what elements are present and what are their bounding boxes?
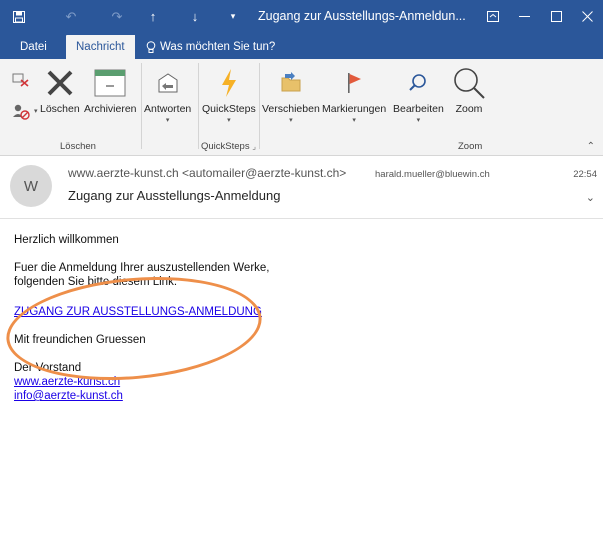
window-title: Zugang zur Ausstellungs-Anmeldun... bbox=[258, 9, 466, 23]
ribbon-separator bbox=[198, 63, 199, 149]
respond-button[interactable]: Antworten ▾ bbox=[144, 65, 191, 124]
message-subject: Zugang zur Ausstellungs-Anmeldung bbox=[68, 188, 281, 203]
sender[interactable]: www.aerzte-kunst.ch <automailer@aerzte-k… bbox=[68, 166, 346, 180]
lightning-icon bbox=[212, 65, 246, 101]
tags-dropdown-icon: ▾ bbox=[352, 117, 356, 124]
message-header: W www.aerzte-kunst.ch <automailer@aerzte… bbox=[0, 157, 603, 219]
ribbon-display-options-icon[interactable] bbox=[477, 0, 509, 33]
body-line: folgenden Sie bitte diesem Link: bbox=[14, 276, 178, 288]
ignore-icon[interactable] bbox=[12, 71, 30, 92]
zoom-label: Zoom bbox=[455, 103, 483, 115]
delete-icon bbox=[43, 65, 77, 101]
save-icon[interactable] bbox=[6, 0, 32, 33]
lightbulb-icon bbox=[146, 40, 156, 53]
junk-icon[interactable] bbox=[12, 103, 32, 126]
group-label-quicksteps: QuickSteps ⌟ bbox=[201, 141, 256, 152]
move-label: Verschieben bbox=[262, 103, 320, 115]
redo-icon[interactable]: ↷ bbox=[104, 0, 130, 33]
ribbon-separator bbox=[259, 63, 260, 149]
website-link[interactable]: www.aerzte-kunst.ch bbox=[14, 376, 120, 388]
avatar: W bbox=[10, 165, 52, 207]
received-time: 22:54 bbox=[573, 169, 597, 180]
tags-button[interactable]: Markierungen ▾ bbox=[322, 65, 386, 124]
maximize-icon[interactable] bbox=[540, 0, 572, 33]
registration-link[interactable]: ZUGANG ZUR AUSSTELLUNGS-ANMELDUNG bbox=[14, 306, 262, 318]
customize-toolbar-icon[interactable]: ▾ bbox=[220, 0, 246, 33]
tab-datei[interactable]: Datei bbox=[10, 35, 57, 59]
arrow-down-icon[interactable]: ↓ bbox=[182, 0, 208, 33]
editing-dropdown-icon: ▾ bbox=[416, 117, 421, 124]
move-folder-icon bbox=[274, 65, 308, 101]
reply-icon bbox=[151, 65, 185, 101]
minimize-icon[interactable] bbox=[509, 0, 541, 33]
body-signature: Der Vorstand bbox=[14, 362, 82, 374]
respond-label: Antworten bbox=[144, 103, 192, 115]
message-body: Herzlich willkommen Fuer die Anmeldung I… bbox=[14, 233, 589, 403]
delete-button[interactable]: Löschen bbox=[40, 65, 80, 115]
zoom-icon bbox=[452, 65, 486, 101]
expand-header-icon[interactable]: ⌄ bbox=[586, 191, 595, 204]
flag-icon bbox=[337, 65, 371, 101]
delete-label: Löschen bbox=[40, 103, 80, 115]
tab-nachricht[interactable]: Nachricht bbox=[66, 35, 135, 59]
tell-me-search[interactable]: Was möchten Sie tun? bbox=[146, 35, 275, 59]
email-link[interactable]: info@aerzte-kunst.ch bbox=[14, 390, 123, 402]
tags-label: Markierungen bbox=[322, 103, 387, 115]
editing-button[interactable]: Bearbeiten ▾ bbox=[393, 65, 444, 124]
title-bar: ↶ ↷ ↑ ↓ ▾ Zugang zur Ausstellungs-Anmeld… bbox=[0, 0, 603, 33]
collapse-ribbon-icon[interactable]: ⌃ bbox=[587, 141, 595, 152]
undo-icon[interactable]: ↶ bbox=[58, 0, 84, 33]
quicksteps-label: QuickSteps bbox=[202, 103, 256, 115]
editing-label: Bearbeiten bbox=[393, 103, 444, 115]
recipient[interactable]: harald.mueller@bluewin.ch bbox=[375, 169, 490, 180]
move-dropdown-icon: ▾ bbox=[289, 117, 293, 124]
ribbon: ▾ Löschen Archivieren Löschen Antworten … bbox=[0, 59, 603, 156]
search-icon bbox=[401, 65, 435, 101]
body-line: Fuer die Anmeldung Ihrer auszustellenden… bbox=[14, 262, 270, 274]
ribbon-tab-bar: Datei Nachricht Was möchten Sie tun? bbox=[0, 33, 603, 59]
archive-button[interactable]: Archivieren bbox=[84, 65, 137, 115]
body-greeting: Herzlich willkommen bbox=[14, 234, 119, 246]
dialog-launcher-icon[interactable]: ⌟ bbox=[252, 142, 256, 151]
junk-dropdown-icon[interactable]: ▾ bbox=[34, 107, 38, 115]
respond-dropdown-icon: ▾ bbox=[165, 117, 170, 124]
group-label-quicksteps-text: QuickSteps bbox=[201, 141, 250, 152]
quicksteps-dropdown-icon: ▾ bbox=[227, 117, 231, 124]
arrow-up-icon[interactable]: ↑ bbox=[140, 0, 166, 33]
archive-label: Archivieren bbox=[84, 103, 137, 115]
group-label-zoom: Zoom bbox=[458, 141, 483, 152]
move-button[interactable]: Verschieben ▾ bbox=[262, 65, 320, 124]
group-label-loeschen: Löschen bbox=[60, 141, 96, 152]
archive-icon bbox=[93, 65, 127, 101]
quicksteps-button[interactable]: QuickSteps ▾ bbox=[202, 65, 256, 124]
ribbon-separator bbox=[141, 63, 142, 149]
tell-me-label: Was möchten Sie tun? bbox=[160, 41, 276, 53]
zoom-button[interactable]: Zoom bbox=[452, 65, 486, 115]
body-closing: Mit freundichen Gruessen bbox=[14, 334, 146, 346]
close-icon[interactable] bbox=[571, 0, 603, 33]
